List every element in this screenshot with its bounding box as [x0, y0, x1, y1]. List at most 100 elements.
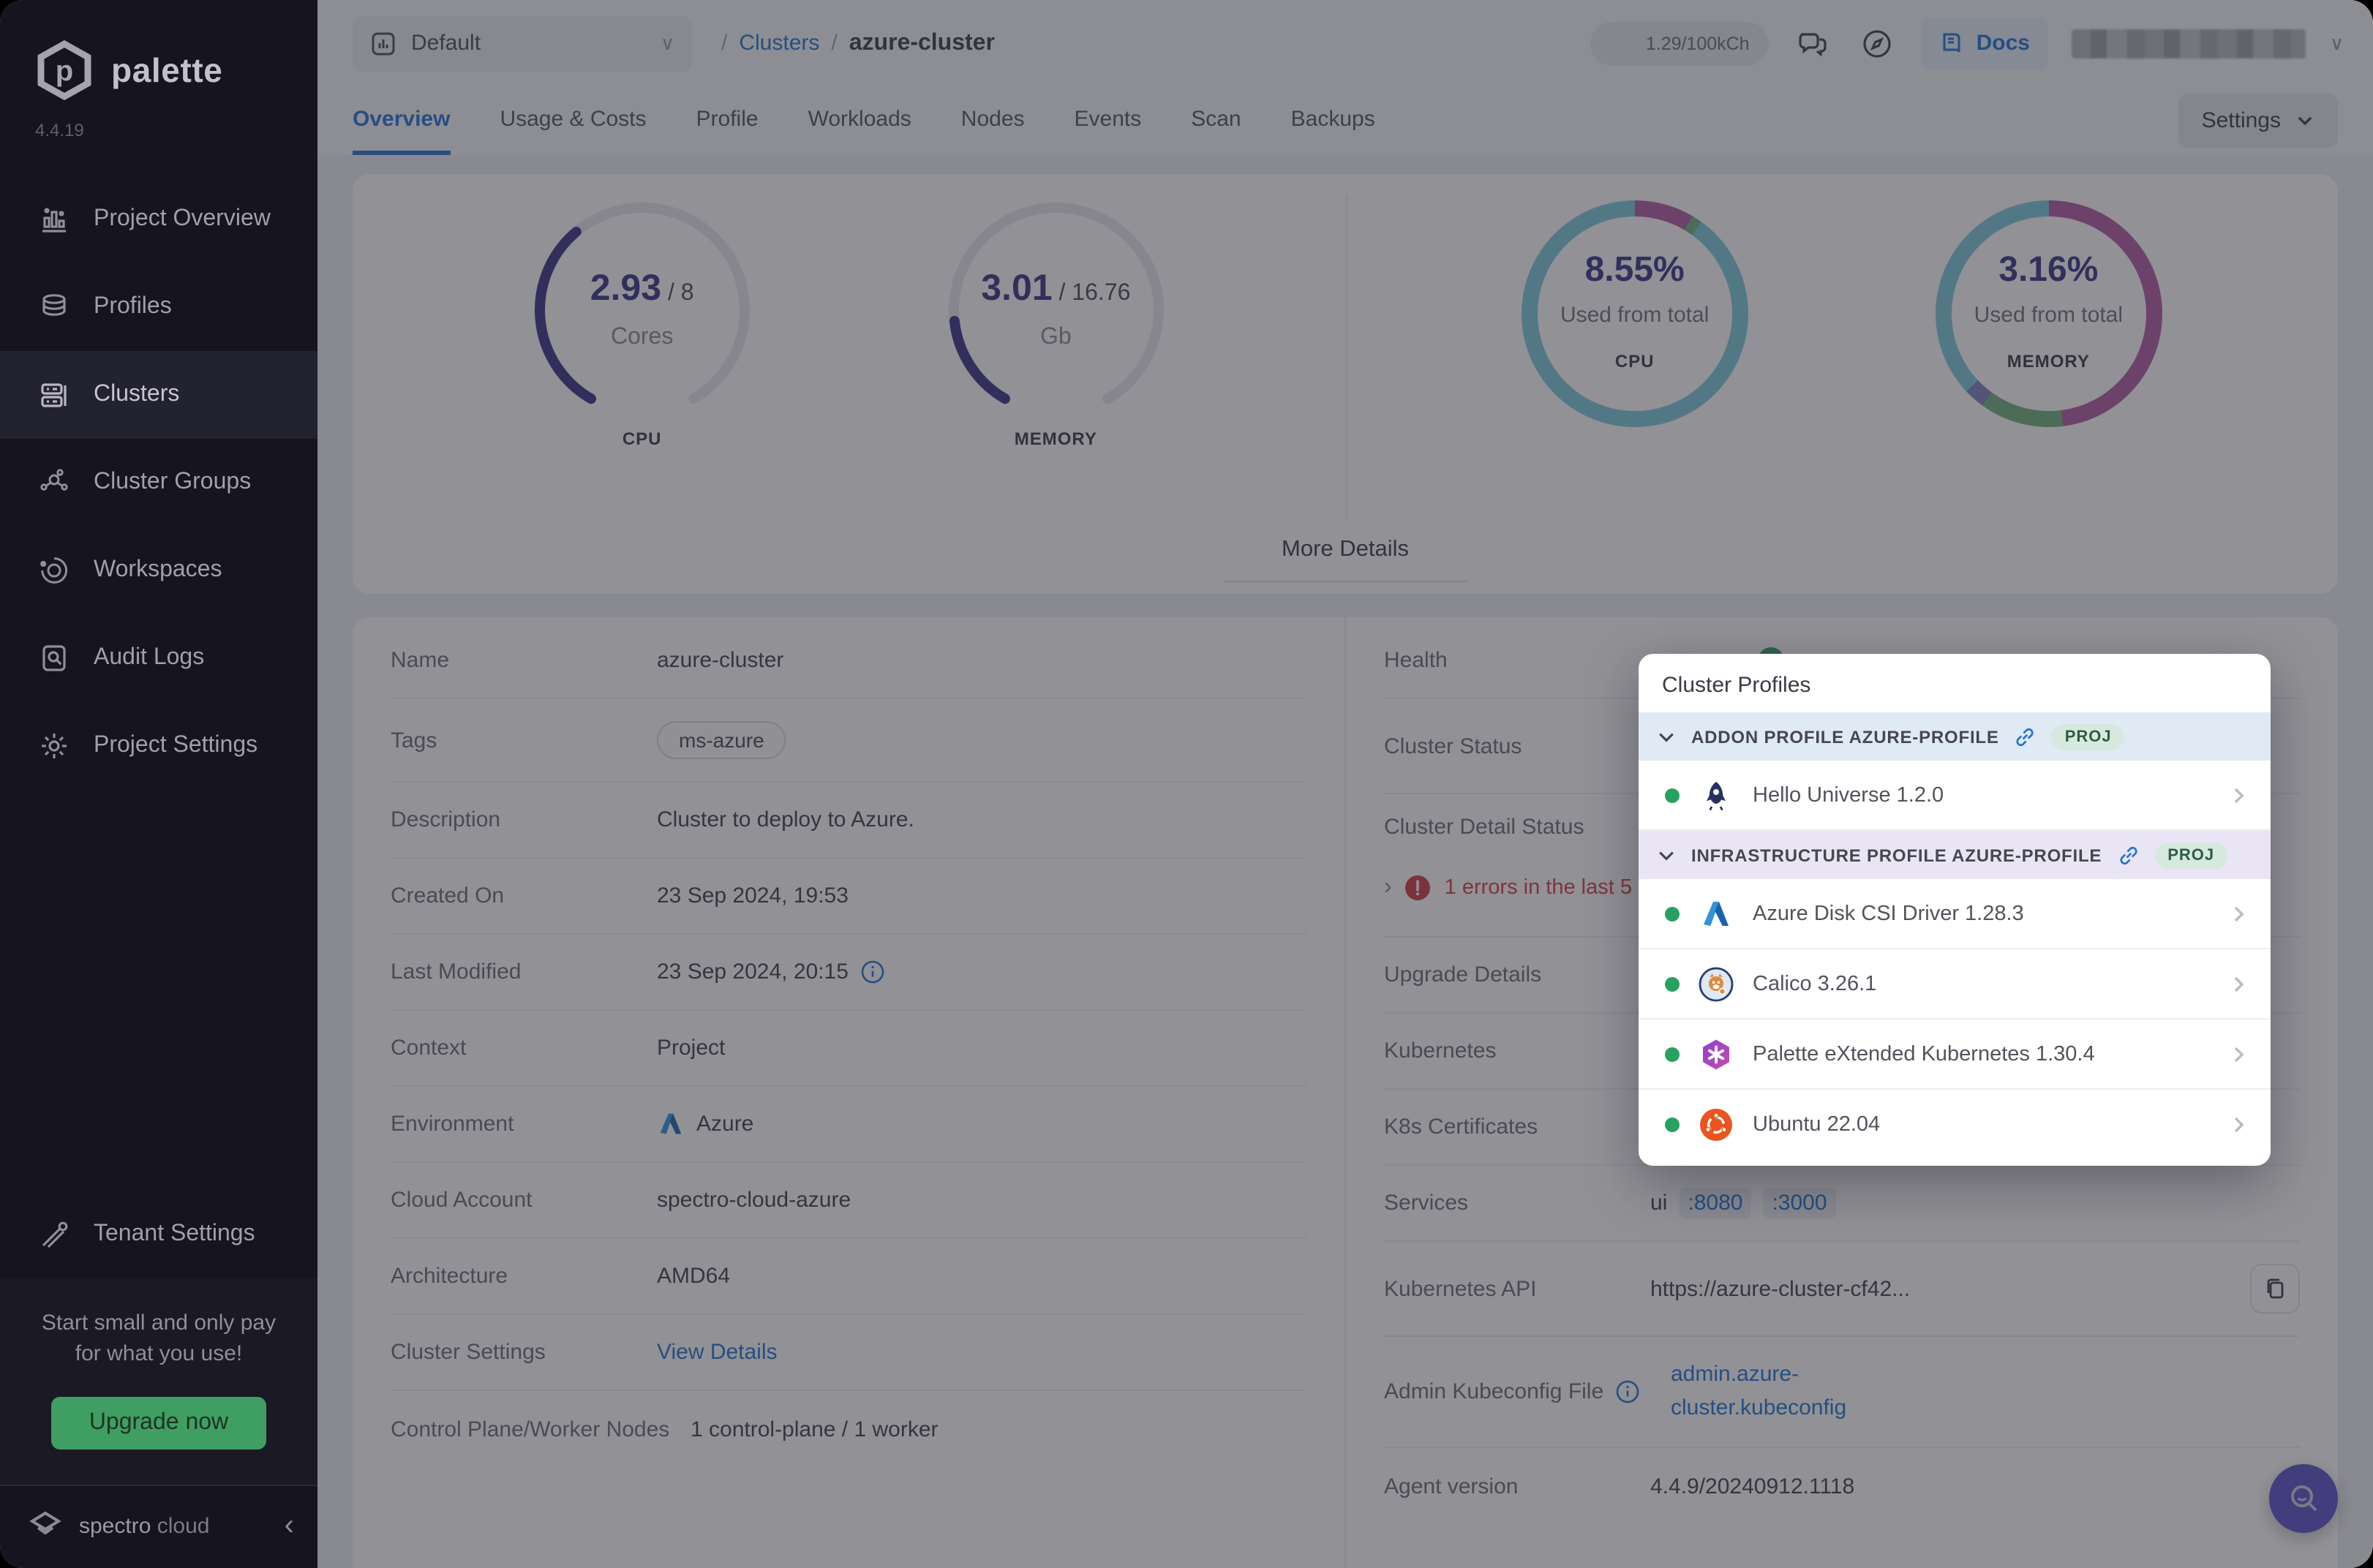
tab-profile[interactable]: Profile: [696, 107, 759, 155]
sidebar-item-cluster-groups[interactable]: Cluster Groups: [0, 439, 317, 527]
cpu-total-value: / 8: [668, 281, 694, 306]
profile-item-azure-disk-csi[interactable]: Azure Disk CSI Driver 1.28.3: [1639, 879, 2271, 949]
chat-bubbles-icon: [1795, 26, 1830, 61]
book-icon: [1940, 31, 1965, 56]
copy-icon: [2263, 1277, 2287, 1300]
detail-row-description: Description Cluster to deploy to Azure.: [391, 783, 1306, 859]
last-modified-value: 23 Sep 2024, 20:15: [657, 960, 849, 984]
detail-row-agent-version: Agent version 4.4.9/20240912.1118: [1384, 1448, 2300, 1524]
azure-logo-icon: [657, 1110, 685, 1138]
memory-used-percent: 3.16%: [1935, 250, 2162, 291]
addon-profile-label: ADDON PROFILE AZURE-PROFILE: [1691, 726, 1999, 747]
docs-button[interactable]: Docs: [1921, 17, 2049, 69]
sidebar-item-label: Project Overview: [94, 206, 271, 233]
profile-item-hello-universe[interactable]: Hello Universe 1.2.0: [1639, 761, 2271, 831]
expand-chevron-icon[interactable]: ›: [1384, 875, 1392, 901]
tab-scan[interactable]: Scan: [1191, 107, 1241, 155]
sidebar-item-audit-logs[interactable]: Audit Logs: [0, 614, 317, 702]
palette-logo-icon: p: [32, 38, 97, 102]
service-port-link-8080[interactable]: :8080: [1679, 1188, 1751, 1218]
cpu-gauge: 2.93 / 8 Cores CPU: [518, 200, 767, 449]
memory-donut-sublabel: Used from total: [1935, 303, 2162, 328]
cluster-settings-view-details-link[interactable]: View Details: [657, 1340, 778, 1365]
gauges-group: 2.93 / 8 Cores CPU 3.01 / 16.76: [353, 189, 1345, 594]
app-version: 4.4.19: [0, 102, 317, 140]
tag-pill: ms-azure: [657, 721, 786, 759]
sidebar-item-project-overview[interactable]: Project Overview: [0, 176, 317, 263]
account-menu[interactable]: [2072, 29, 2306, 58]
copy-api-url-button[interactable]: [2250, 1264, 2300, 1313]
footer-brand: spectro cloud: [79, 1513, 209, 1538]
clusters-server-icon: [38, 379, 70, 411]
description-value: Cluster to deploy to Azure.: [657, 807, 1306, 832]
memory-total-value: / 16.76: [1059, 281, 1131, 306]
info-icon[interactable]: [860, 960, 885, 984]
link-icon[interactable]: [2116, 843, 2140, 867]
tab-workloads[interactable]: Workloads: [808, 107, 911, 155]
infrastructure-profile-header[interactable]: INFRASTRUCTURE PROFILE AZURE-PROFILE PRO…: [1639, 831, 2271, 879]
chevron-right-icon: [2227, 972, 2250, 995]
search-help-fab[interactable]: [2269, 1464, 2338, 1533]
sidebar-item-profiles[interactable]: Profiles: [0, 263, 317, 351]
service-port-link-3000[interactable]: :3000: [1763, 1188, 1835, 1218]
profile-item-palette-extended-kubernetes[interactable]: Palette eXtended Kubernetes 1.30.4: [1639, 1019, 2271, 1090]
detail-row-admin-kubeconfig: Admin Kubeconfig File admin.azure-cluste…: [1384, 1337, 2300, 1448]
sidebar: p palette 4.4.19 Project Overview Profil…: [0, 0, 317, 1568]
detail-row-name: Name azure-cluster: [391, 623, 1306, 699]
tab-nodes[interactable]: Nodes: [961, 107, 1025, 155]
tab-backups[interactable]: Backups: [1291, 107, 1375, 155]
ubuntu-icon: [1699, 1107, 1734, 1142]
compass-icon: [1859, 26, 1895, 61]
sidebar-item-workspaces[interactable]: Workspaces: [0, 527, 317, 614]
explore-button[interactable]: [1857, 23, 1898, 64]
addon-profile-header[interactable]: ADDON PROFILE AZURE-PROFILE PROJ: [1639, 712, 2271, 761]
settings-button[interactable]: Settings: [2178, 94, 2338, 148]
sidebar-footer: spectro cloud ‹: [0, 1485, 317, 1568]
memory-gauge: 3.01 / 16.76 Gb MEMORY: [931, 200, 1180, 449]
sidebar-item-label: Profiles: [94, 294, 172, 320]
sidebar-item-label: Audit Logs: [94, 645, 204, 671]
chevron-down-icon: [1656, 845, 1677, 865]
detail-row-cloud-account: Cloud Account spectro-cloud-azure: [391, 1163, 1306, 1239]
project-scope-badge: PROJ: [2154, 842, 2227, 868]
status-dot: [1665, 788, 1680, 802]
sidebar-item-tenant-settings[interactable]: Tenant Settings: [0, 1190, 317, 1278]
infrastructure-profile-label: INFRASTRUCTURE PROFILE AZURE-PROFILE: [1691, 845, 2102, 865]
memory-usage-donut: 3.16% Used from total MEMORY: [1924, 200, 2173, 427]
profile-item-name: Palette eXtended Kubernetes 1.30.4: [1753, 1042, 2095, 1066]
sidebar-collapse-button[interactable]: ‹: [285, 1511, 294, 1540]
spectro-cloud-logo-icon: [26, 1507, 64, 1545]
cpu-donut-ring: 8.55% Used from total CPU: [1522, 200, 1748, 427]
sidebar-item-clusters[interactable]: Clusters: [0, 351, 317, 439]
breadcrumb-link-clusters[interactable]: Clusters: [739, 31, 819, 56]
status-dot: [1665, 976, 1680, 991]
cloud-account-value: spectro-cloud-azure: [657, 1188, 1306, 1213]
layers-stack-icon: [38, 291, 70, 323]
architecture-value: AMD64: [657, 1264, 1306, 1289]
profile-item-ubuntu[interactable]: Ubuntu 22.04: [1639, 1090, 2271, 1160]
link-icon[interactable]: [2014, 725, 2037, 748]
context-value: Project: [657, 1036, 1306, 1060]
feedback-chat-button[interactable]: [1792, 23, 1833, 64]
info-icon[interactable]: [1615, 1379, 1640, 1404]
project-selector-value: Default: [411, 31, 481, 56]
detail-row-environment: Environment Azure: [391, 1087, 1306, 1163]
tab-usage-costs[interactable]: Usage & Costs: [500, 107, 646, 155]
status-dot: [1665, 1117, 1680, 1132]
breadcrumb: / Clusters / azure-cluster: [721, 30, 995, 56]
profile-item-name: Azure Disk CSI Driver 1.28.3: [1753, 902, 2024, 925]
profile-item-calico[interactable]: Calico 3.26.1: [1639, 949, 2271, 1019]
detail-row-context: Context Project: [391, 1011, 1306, 1087]
tab-events[interactable]: Events: [1075, 107, 1142, 155]
sidebar-item-project-settings[interactable]: Project Settings: [0, 702, 317, 790]
sidebar-item-label: Project Settings: [94, 733, 257, 759]
sidebar-item-label: Cluster Groups: [94, 470, 251, 496]
upgrade-now-button[interactable]: Upgrade now: [51, 1397, 266, 1450]
kubeconfig-download-link[interactable]: admin.azure-cluster.kubeconfig: [1671, 1359, 1893, 1425]
tab-overview[interactable]: Overview: [353, 107, 450, 155]
project-selector[interactable]: Default ∨: [353, 15, 692, 71]
more-details-button[interactable]: More Details: [1223, 537, 1467, 582]
error-icon: [1405, 875, 1432, 901]
audit-log-icon: [38, 642, 70, 674]
brand-name: palette: [111, 50, 222, 90]
